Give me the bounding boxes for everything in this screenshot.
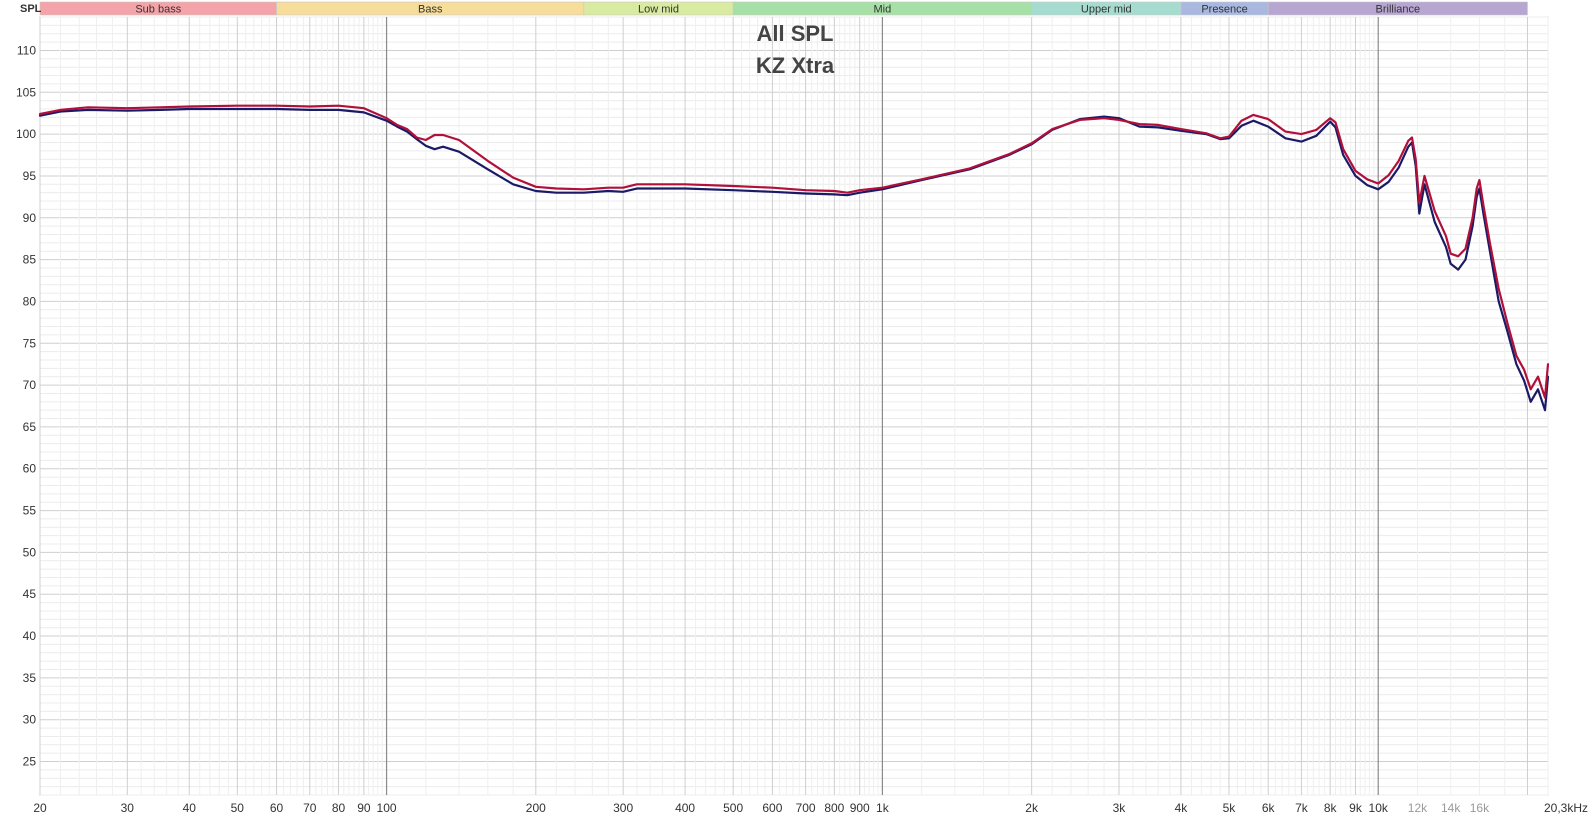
x-tick-label: 80 <box>332 801 346 815</box>
x-tick-label: 9k <box>1349 801 1363 815</box>
x-tick-label: 600 <box>762 801 782 815</box>
frequency-bands: Sub bass Bass Low mid Mid Upper mid Presence B… <box>39 1 1528 16</box>
x-tick-label: 30 <box>121 801 135 815</box>
x-tick-label: 12k <box>1408 801 1428 815</box>
band-label-4: Upper mid <box>1081 4 1132 16</box>
y-tick-label: 95 <box>23 169 37 183</box>
x-tick-label: 2k <box>1025 801 1039 815</box>
band-label-1: Bass <box>418 4 443 16</box>
x-tick-label: 10k <box>1369 801 1389 815</box>
y-tick-label: 85 <box>23 253 37 267</box>
y-tick-label: 35 <box>23 671 37 685</box>
y-tick-label: 70 <box>23 378 37 392</box>
y-tick-label: 75 <box>23 336 37 350</box>
y-tick-label: 80 <box>23 294 37 308</box>
x-tick-label: 3k <box>1113 801 1127 815</box>
x-tick-label: 50 <box>231 801 245 815</box>
x-tick-label: 14k <box>1441 801 1461 815</box>
x-tick-label: 300 <box>613 801 633 815</box>
x-tick-label: 70 <box>303 801 317 815</box>
y-tick-label: 110 <box>17 43 36 57</box>
x-tick-label: 800 <box>824 801 844 815</box>
y-tick-label: 105 <box>16 85 36 99</box>
x-tick-label: 4k <box>1175 801 1189 815</box>
x-tick-label: 40 <box>183 801 197 815</box>
x-tick-label: 6k <box>1262 801 1276 815</box>
x-tick-label: 20 <box>33 801 47 815</box>
y-tick-label: 30 <box>23 713 37 727</box>
band-label-5: Presence <box>1201 4 1247 16</box>
x-tick-label: 60 <box>270 801 284 815</box>
x-tick-label: 100 <box>377 801 397 815</box>
frequency-response-chart: Sub bass Bass Low mid Mid Upper mid Presence B… <box>0 0 1590 831</box>
band-label-6: Brilliance <box>1376 4 1421 16</box>
y-tick-label: 25 <box>23 755 37 769</box>
x-tick-label: 200 <box>526 801 546 815</box>
band-label-3: Mid <box>874 4 892 16</box>
y-tick-label: 90 <box>23 211 37 225</box>
y-tick-label: 45 <box>23 587 37 601</box>
x-tick-label: 900 <box>850 801 870 815</box>
y-tick-label: 50 <box>23 545 37 559</box>
x-tick-label: 500 <box>723 801 743 815</box>
x-axis: 20 30 40 50 60 70 80 90 100 200 300 400 500 600 700 800… <box>33 801 1588 815</box>
band-label-2: Low mid <box>638 4 679 16</box>
x-tick-label: 8k <box>1324 801 1338 815</box>
x-tick-label: 1k <box>876 801 890 815</box>
x-tick-label: 7k <box>1295 801 1309 815</box>
x-tick-label: 90 <box>357 801 371 815</box>
x-tick-label: 400 <box>675 801 695 815</box>
x-tick-label: 20,3kHz <box>1544 801 1588 815</box>
chart-svg: Sub bass Bass Low mid Mid Upper mid Presence B… <box>16 1 1588 815</box>
x-tick-label: 700 <box>796 801 816 815</box>
y-tick-label: 60 <box>23 462 37 476</box>
y-axis-label: SPL <box>20 3 42 15</box>
x-tick-label: 5k <box>1223 801 1237 815</box>
grid <box>39 16 1549 796</box>
y-tick-label: 55 <box>23 504 37 518</box>
y-tick-label: 40 <box>23 629 37 643</box>
x-tick-label: 16k <box>1470 801 1490 815</box>
y-tick-label: 100 <box>16 127 36 141</box>
y-tick-label: 65 <box>23 420 37 434</box>
chart-title: All SPL <box>756 21 833 46</box>
band-label-0: Sub bass <box>135 4 181 16</box>
y-axis: 25 30 35 40 45 50 55 60 65 70 75 80 85 90 95 100 105 110 <box>16 43 36 768</box>
chart-subtitle: KZ Xtra <box>756 53 835 78</box>
